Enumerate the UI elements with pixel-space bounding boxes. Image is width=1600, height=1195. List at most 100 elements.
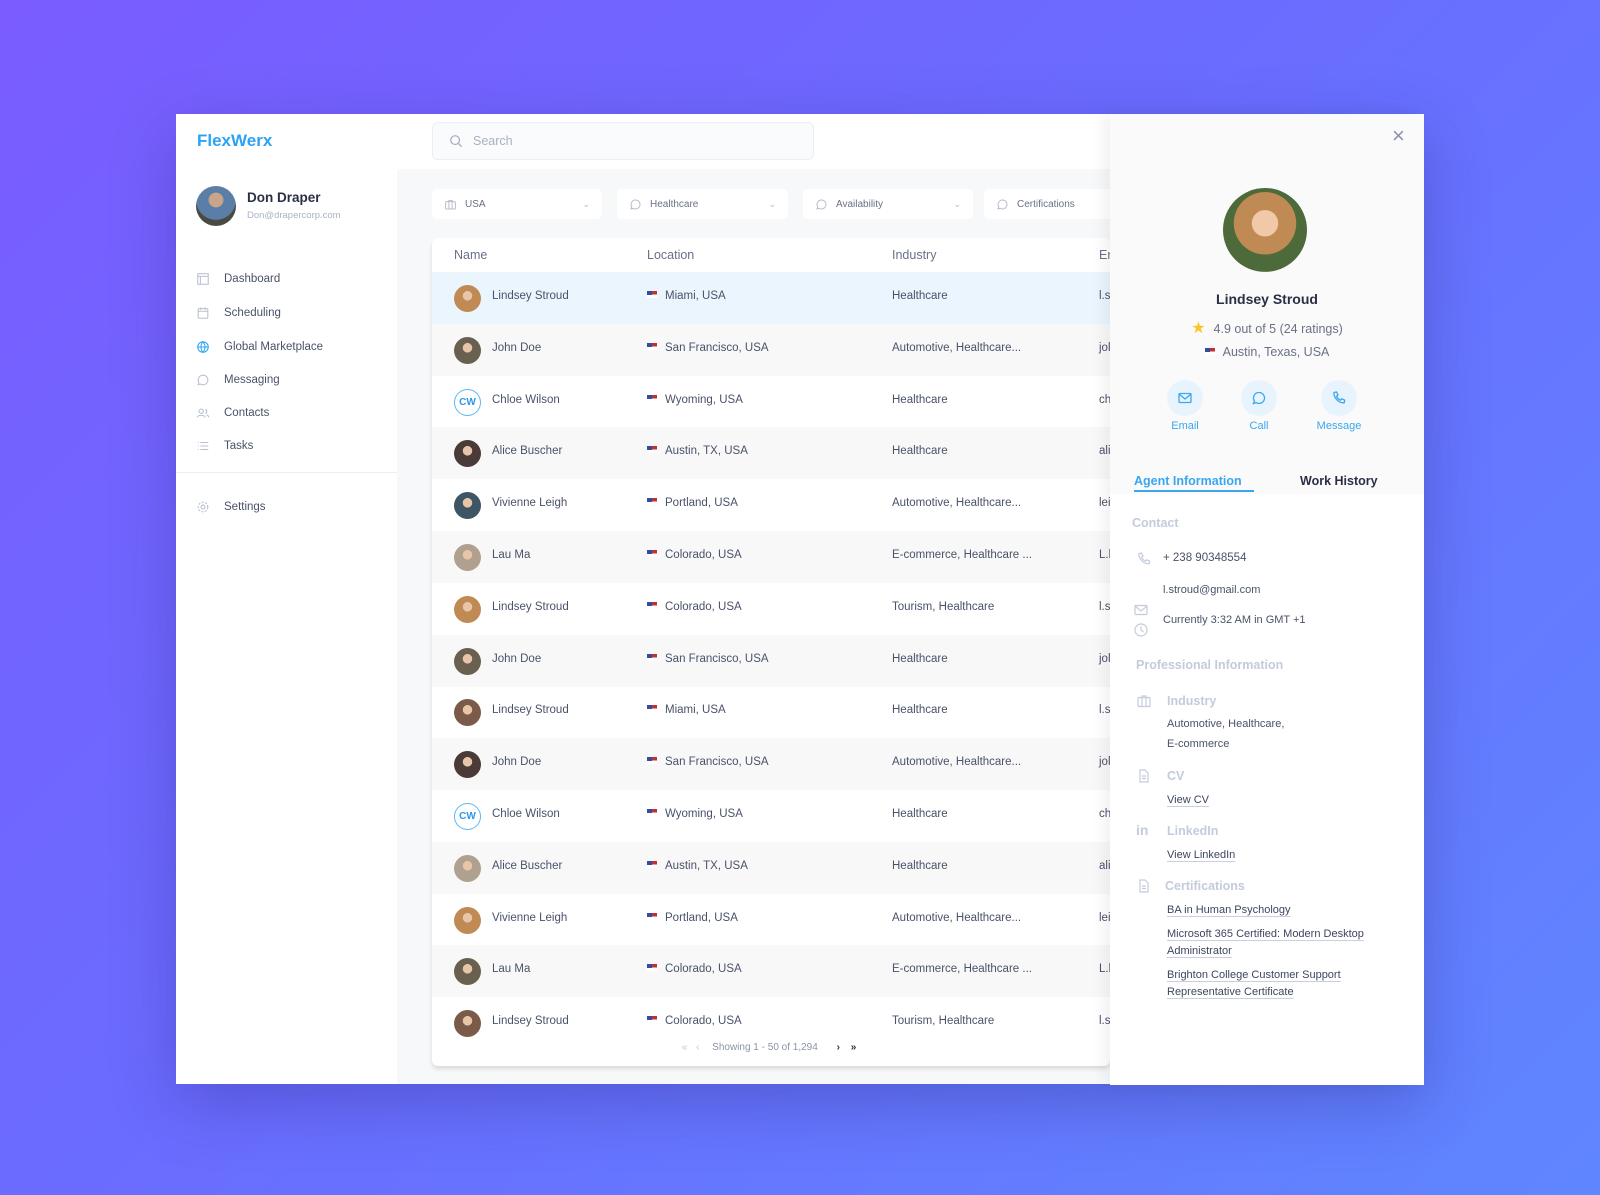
agent-name: Chloe Wilson — [492, 393, 560, 406]
agent-email: L.l — [1099, 549, 1110, 561]
agent-location: Miami, USA — [665, 290, 726, 302]
column-header-email[interactable]: Er — [1099, 248, 1110, 262]
message-button[interactable] — [1321, 380, 1357, 416]
us-flag-icon — [647, 291, 657, 298]
email-label[interactable]: Email — [1145, 420, 1225, 432]
agent-email: ch — [1099, 808, 1110, 820]
agent-email: l.s — [1099, 704, 1110, 717]
agent-industry: Healthcare — [892, 859, 948, 872]
filter-dropdown[interactable]: USA ⌄ — [432, 189, 602, 219]
sidebar-item-messaging[interactable]: Messaging — [196, 370, 280, 390]
industry-value: Automotive, Healthcare, — [1167, 718, 1285, 730]
table-row[interactable]: Vivienne Leigh Portland, USA Automotive,… — [432, 479, 1110, 531]
call-label[interactable]: Call — [1219, 420, 1299, 432]
search-input[interactable]: Search — [432, 122, 814, 160]
table-row[interactable]: Alice Buscher Austin, TX, USA Healthcare… — [432, 841, 1110, 894]
table-row[interactable]: Vivienne Leigh Portland, USA Automotive,… — [432, 894, 1110, 946]
sidebar-item-contacts[interactable]: Contacts — [196, 403, 269, 423]
agent-industry: Automotive, Healthcare... — [892, 497, 1022, 510]
tab-work-history[interactable]: Work History — [1300, 474, 1378, 488]
agent-rating: 4.9 out of 5 (24 ratings) — [1213, 322, 1343, 336]
column-header-name[interactable]: Name — [454, 248, 487, 262]
close-icon[interactable]: × — [1392, 125, 1405, 147]
chat-icon — [630, 199, 641, 210]
chevron-down-icon: ⌄ — [768, 198, 776, 209]
first-page-button[interactable]: « — [682, 1042, 688, 1053]
avatar: CW — [454, 388, 481, 416]
user-email: Don@drapercorp.com — [247, 210, 341, 221]
avatar — [454, 544, 481, 571]
view-linkedin-link[interactable]: View LinkedIn — [1167, 847, 1397, 864]
avatar[interactable] — [196, 186, 236, 226]
sidebar-item-label: Contacts — [224, 407, 270, 419]
sidebar-item-settings[interactable]: Settings — [196, 497, 266, 517]
certification-link[interactable]: BA in Human Psychology — [1167, 902, 1397, 919]
table-row[interactable]: Lau Ma Colorado, USA E-commerce, Healthc… — [432, 531, 1110, 583]
agent-industry: E-commerce, Healthcare ... — [892, 963, 1032, 976]
agent-email: jol — [1099, 341, 1110, 354]
us-flag-icon — [647, 342, 657, 350]
view-cv-link[interactable]: View CV — [1167, 792, 1397, 809]
avatar — [454, 854, 481, 882]
agent-email: ch — [1099, 393, 1110, 406]
globe-icon — [197, 341, 209, 353]
tab-agent-information[interactable]: Agent Information — [1134, 474, 1254, 492]
sidebar-item-global-marketplace[interactable]: Global Marketplace — [196, 337, 323, 357]
sidebar-item-scheduling[interactable]: Scheduling — [196, 303, 281, 323]
table-row[interactable]: Lindsey Stroud Miami, USA Healthcare l.s — [432, 272, 1110, 324]
dashboard-icon — [197, 273, 209, 285]
agent-email: jol — [1099, 756, 1110, 769]
sidebar-item-dashboard[interactable]: Dashboard — [196, 269, 280, 289]
table-row[interactable]: Lau Ma Colorado, USA E-commerce, Healthc… — [432, 945, 1110, 998]
column-header-location[interactable]: Location — [647, 248, 694, 262]
agent-location: Wyoming, USA — [665, 808, 743, 820]
table-row[interactable]: Alice Buscher Austin, TX, USA Healthcare… — [432, 427, 1110, 480]
sidebar-item-label: Tasks — [224, 440, 254, 452]
sidebar-item-tasks[interactable]: Tasks — [196, 436, 253, 456]
agent-location: Wyoming, USA — [665, 393, 743, 406]
logo[interactable]: FlexWerx — [197, 131, 272, 151]
table-row[interactable]: John Doe San Francisco, USA Automotive, … — [432, 323, 1110, 376]
message-label[interactable]: Message — [1299, 420, 1379, 432]
agent-industry: E-commerce, Healthcare ... — [892, 549, 1032, 561]
us-flag-icon — [647, 809, 657, 816]
sidebar-item-label: Global Marketplace — [224, 341, 324, 353]
agent-location: Austin, Texas, USA — [1222, 345, 1330, 359]
table-row[interactable]: CW Chloe Wilson Wyoming, USA Healthcare … — [432, 376, 1110, 428]
certification-link[interactable]: Microsoft 365 Certified: Modern Desktop … — [1167, 926, 1397, 960]
chat-icon — [997, 199, 1008, 210]
call-button[interactable] — [1241, 380, 1277, 416]
avatar — [454, 336, 481, 364]
filter-dropdown[interactable]: Availability ⌄ — [803, 189, 973, 219]
table-row[interactable]: Lindsey Stroud Colorado, USA Tourism, He… — [432, 583, 1110, 635]
agent-name: Lau Ma — [492, 963, 531, 976]
column-header-industry[interactable]: Industry — [892, 248, 936, 262]
agent-name: Lindsey Stroud — [492, 600, 569, 613]
user-name: Don Draper — [247, 190, 321, 205]
table-row[interactable]: John Doe San Francisco, USA Automotive, … — [432, 738, 1110, 791]
mail-icon — [1178, 392, 1192, 404]
table-row[interactable]: CW Chloe Wilson Wyoming, USA Healthcare … — [432, 790, 1110, 842]
agent-location: San Francisco, USA — [665, 756, 769, 769]
linkedin-label: LinkedIn — [1167, 824, 1219, 838]
certification-link[interactable]: Brighton College Customer Support Repres… — [1167, 967, 1397, 1001]
us-flag-icon — [647, 757, 657, 765]
phone-icon — [1138, 552, 1151, 565]
chat-icon — [197, 374, 209, 386]
sidebar-item-label: Settings — [224, 501, 266, 513]
us-flag-icon — [647, 653, 657, 661]
professional-information-heading: Professional Information — [1136, 658, 1284, 672]
agent-name: Chloe Wilson — [492, 808, 560, 820]
table-row[interactable]: Lindsey Stroud Miami, USA Healthcare l.s — [432, 686, 1110, 738]
last-page-button[interactable]: » — [851, 1042, 857, 1053]
prev-page-button[interactable]: ‹ — [696, 1042, 699, 1053]
filter-dropdown[interactable]: Healthcare ⌄ — [617, 189, 788, 219]
phone-icon — [1333, 391, 1346, 404]
agent-industry: Healthcare — [892, 808, 948, 820]
email-address[interactable]: l.stroud@gmail.com — [1163, 584, 1260, 596]
next-page-button[interactable]: › — [837, 1042, 840, 1053]
agent-name: Lindsey Stroud — [492, 704, 569, 717]
sidebar-item-label: Dashboard — [224, 273, 281, 285]
table-row[interactable]: John Doe San Francisco, USA Healthcare j… — [432, 634, 1110, 687]
email-button[interactable] — [1167, 380, 1203, 416]
